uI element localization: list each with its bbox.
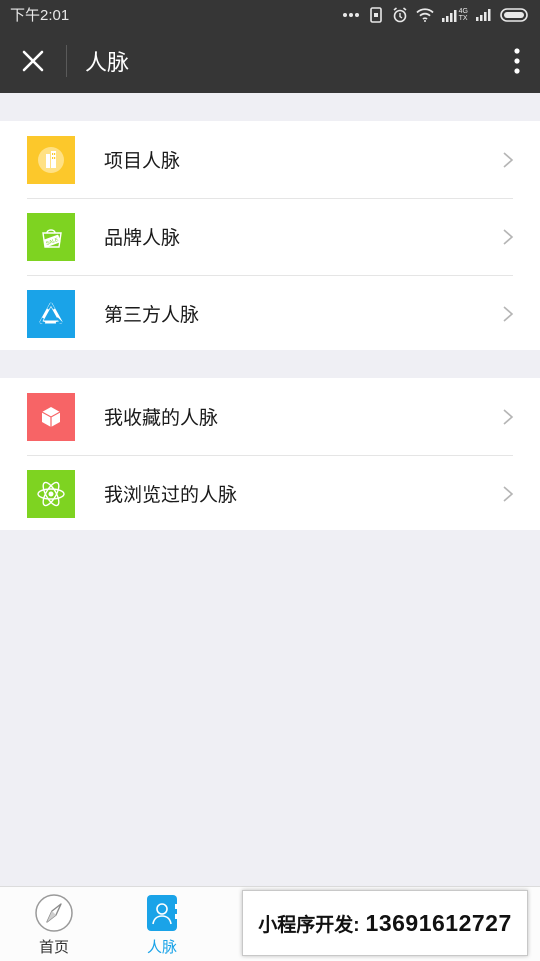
page-title: 人脉 xyxy=(85,50,130,75)
chevron-right-icon xyxy=(503,228,514,245)
menu-item-brand-contacts[interactable]: SALE 品牌人脉 xyxy=(0,198,540,275)
chevron-right-icon xyxy=(503,408,514,425)
menu-group-personal: 我收藏的人脉 我浏览过的人脉 xyxy=(0,378,540,530)
tab-home[interactable]: 首页 xyxy=(24,887,84,961)
close-icon xyxy=(22,50,44,72)
battery-icon xyxy=(500,7,528,22)
ad-phone-number: 13691612727 xyxy=(365,909,512,936)
status-icons: 4G TX xyxy=(342,6,530,23)
contacts-icon xyxy=(142,893,182,933)
building-icon xyxy=(27,135,75,184)
menu-item-viewed-contacts[interactable]: 我浏览过的人脉 xyxy=(0,455,540,532)
sale-tag-icon: SALE xyxy=(27,212,75,261)
screen-rotate-icon xyxy=(369,6,382,23)
contact-ad-banner: 小程序开发: 13691612727 xyxy=(242,890,528,956)
more-button[interactable] xyxy=(494,29,540,93)
menu-group-primary: 项目人脉 SALE 品牌人脉 第三方人脉 xyxy=(0,121,540,350)
signal-icon xyxy=(476,8,491,21)
menu-item-label: 第三方人脉 xyxy=(104,305,200,326)
more-vertical-icon xyxy=(514,48,520,74)
menu-item-label: 我浏览过的人脉 xyxy=(104,485,238,506)
compass-icon xyxy=(34,893,74,933)
chevron-right-icon xyxy=(503,485,514,502)
more-dots-icon xyxy=(342,12,359,17)
tab-label: 人脉 xyxy=(146,939,177,956)
recycle-triangle-icon xyxy=(27,289,75,338)
network-type-label: 4G xyxy=(458,7,468,15)
menu-item-project-contacts[interactable]: 项目人脉 xyxy=(0,121,540,198)
svg-text:SALE: SALE xyxy=(45,236,60,246)
cube-icon xyxy=(27,392,75,441)
chevron-right-icon xyxy=(503,151,514,168)
nav-bar: 人脉 xyxy=(0,29,540,93)
status-bar: 下午2:01 4G TX xyxy=(0,0,540,29)
network-tx-label: TX xyxy=(458,14,468,22)
alarm-icon xyxy=(393,6,407,22)
ad-label: 小程序开发: xyxy=(258,914,360,936)
menu-item-label: 项目人脉 xyxy=(104,151,181,172)
tab-label: 首页 xyxy=(38,939,69,956)
atom-icon xyxy=(27,469,75,518)
tab-contacts[interactable]: 人脉 xyxy=(132,887,192,961)
menu-item-label: 品牌人脉 xyxy=(104,228,181,249)
menu-item-favorite-contacts[interactable]: 我收藏的人脉 xyxy=(0,378,540,455)
signal-4g-icon: 4G TX xyxy=(441,7,468,22)
wifi-icon xyxy=(416,7,434,22)
menu-item-third-party-contacts[interactable]: 第三方人脉 xyxy=(0,275,540,352)
chevron-right-icon xyxy=(503,305,514,322)
menu-item-label: 我收藏的人脉 xyxy=(104,408,219,429)
close-button[interactable] xyxy=(0,29,66,93)
nav-divider xyxy=(66,45,67,77)
status-time: 下午2:01 xyxy=(10,7,70,24)
